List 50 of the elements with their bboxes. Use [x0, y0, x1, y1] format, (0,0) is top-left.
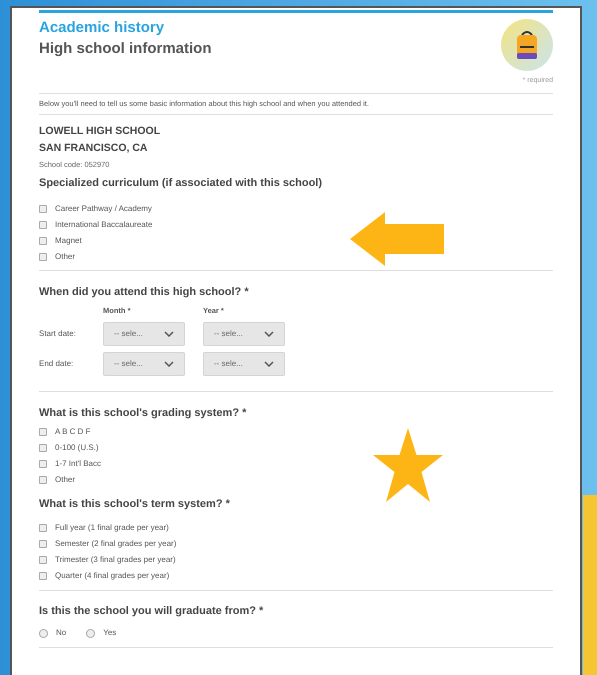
checkbox[interactable] [39, 540, 47, 548]
option-label: A B C D F [55, 426, 91, 438]
option-label: Quarter (4 final grades per year) [55, 570, 170, 582]
checkbox[interactable] [39, 556, 47, 564]
select-dropdown[interactable]: -- sele... [203, 322, 285, 346]
chevron-down-icon [164, 360, 174, 367]
select-dropdown[interactable]: -- sele... [103, 322, 185, 346]
date-label: End date: [39, 358, 74, 370]
chevron-down-icon [264, 360, 274, 367]
star-icon [373, 428, 443, 502]
checkbox[interactable] [39, 460, 47, 468]
option-label: Trimester (3 final grades per year) [55, 554, 176, 566]
question-heading: Specialized curriculum (if associated with this school) [39, 176, 324, 190]
chevron-down-icon [164, 330, 174, 337]
chevron-down-icon [264, 330, 274, 337]
checkbox[interactable] [39, 205, 47, 213]
question-heading: When did you attend this high school? * [39, 285, 250, 300]
option-label: Magnet [55, 235, 82, 247]
school-location: SAN FRANCISCO, CA [39, 140, 149, 156]
checkbox[interactable] [39, 524, 47, 532]
option-label: 0-100 (U.S.) [55, 442, 99, 454]
option-label: Other [55, 474, 76, 486]
checkbox[interactable] [39, 572, 47, 580]
select-dropdown[interactable]: -- sele... [103, 352, 185, 376]
option-label: Other [55, 251, 76, 263]
select-dropdown[interactable]: -- sele... [203, 352, 285, 376]
checkbox[interactable] [39, 428, 47, 436]
radio-button[interactable] [39, 628, 48, 638]
option-label: Yes [103, 627, 116, 640]
option-label: No [56, 627, 66, 640]
section-title: Academic history [39, 18, 166, 38]
page-title: High school information [39, 39, 212, 59]
checkbox[interactable] [39, 237, 47, 245]
checkbox[interactable] [39, 253, 47, 261]
question-heading: What is this school's term system? * [39, 497, 231, 512]
option-label: Career Pathway / Academy [55, 203, 152, 215]
question-heading: Is this the school you will graduate from? * [39, 604, 264, 619]
question-heading: What is this school's grading system? * [39, 406, 248, 421]
checkbox[interactable] [39, 444, 47, 452]
option-label: International Baccalaureate [55, 219, 152, 231]
option-label: Semester (2 final grades per year) [55, 538, 176, 550]
school-name: LOWELL HIGH SCHOOL [39, 124, 162, 138]
date-label: Start date: [39, 328, 77, 340]
backpack-icon [501, 19, 553, 71]
checkbox[interactable] [39, 221, 47, 229]
option-label: 1-7 Int'l Bacc [55, 458, 101, 470]
left-arrow-icon [350, 212, 444, 266]
checkbox[interactable] [39, 476, 47, 484]
option-label: Full year (1 final grade per year) [55, 522, 169, 534]
radio-button[interactable] [86, 628, 96, 638]
